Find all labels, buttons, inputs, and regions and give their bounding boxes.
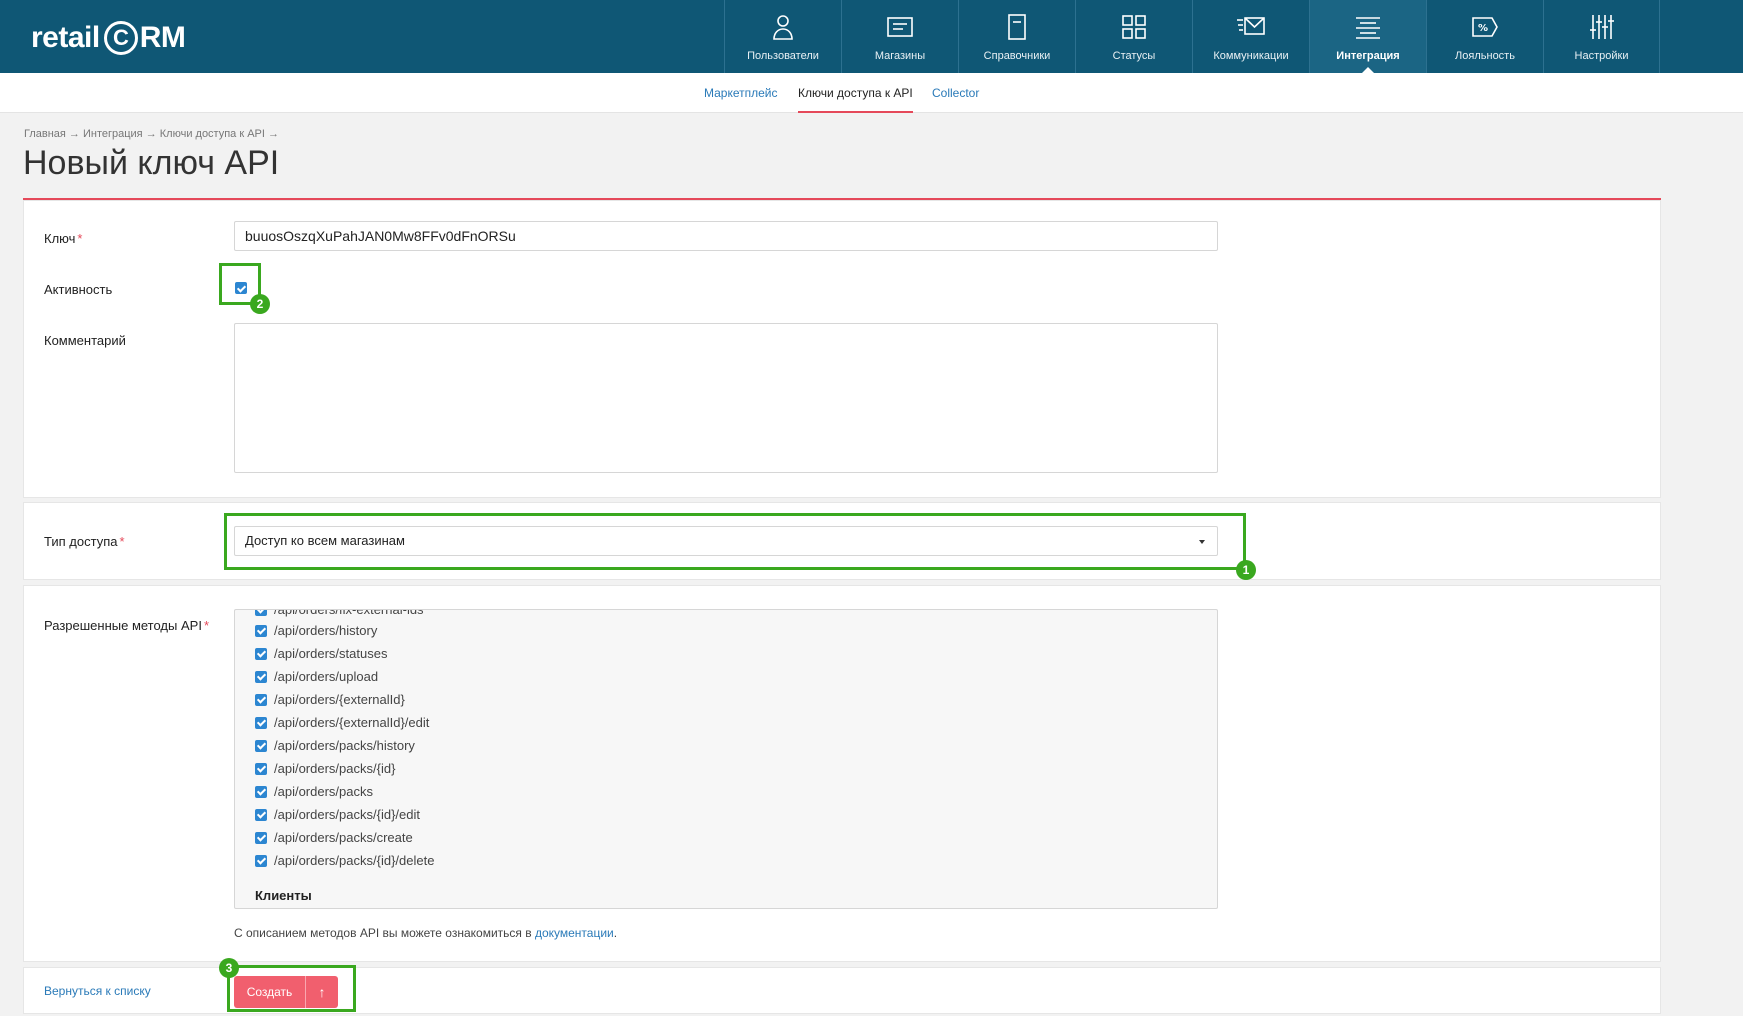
svg-text:%: % — [1478, 23, 1488, 34]
nav-item-users[interactable]: Пользователи — [724, 0, 841, 73]
nav-label: Магазины — [874, 50, 926, 62]
method-checkbox[interactable] — [255, 693, 267, 706]
arrow-up-icon[interactable]: ↑ — [306, 976, 338, 1008]
nav-label: Справочники — [983, 50, 1051, 62]
method-item[interactable]: /api/orders/packs/{id} — [255, 761, 395, 776]
api-methods-panel: Разрешенные методы API * /api/orders/fix-… — [23, 585, 1661, 962]
method-item[interactable]: /api/orders/{externalId}/edit — [255, 715, 429, 730]
form-actions-panel: Вернуться к списку Создать ↑ — [23, 967, 1661, 1014]
method-checkbox[interactable] — [255, 785, 267, 798]
tab-api-keys[interactable]: Ключи доступа к API — [798, 86, 913, 113]
nav-item-stores[interactable]: Магазины — [841, 0, 958, 73]
method-checkbox[interactable] — [255, 670, 267, 683]
method-item[interactable]: /api/orders/{externalId} — [255, 692, 405, 707]
nav-label: Пользователи — [747, 50, 819, 62]
main-nav: Пользователи Магазины Справочники Статус… — [724, 0, 1660, 73]
nav-label: Статусы — [1112, 50, 1156, 62]
nav-item-integration[interactable]: Интеграция — [1309, 0, 1426, 73]
tab-collector[interactable]: Collector — [932, 86, 979, 100]
methods-hint: С описанием методов API вы можете ознако… — [234, 926, 618, 940]
method-item[interactable]: /api/orders/upload — [255, 669, 378, 684]
logo-crm-rest: RM — [139, 21, 186, 54]
method-item[interactable]: /api/orders/packs/{id}/delete — [255, 853, 434, 868]
book-icon — [1008, 14, 1026, 40]
sub-nav: Маркетплейс Ключи доступа к API Collecto… — [0, 73, 1743, 113]
documentation-link[interactable]: документации — [535, 926, 614, 940]
method-checkbox[interactable] — [255, 716, 267, 729]
tab-marketplace[interactable]: Маркетплейс — [704, 86, 778, 100]
percent-tag-icon: % — [1472, 17, 1498, 37]
page-title: Новый ключ API — [23, 144, 280, 182]
access-type-panel: Тип доступа * Доступ ко всем магазинам — [23, 502, 1661, 580]
access-type-select[interactable]: Доступ ко всем магазинам — [234, 526, 1218, 556]
annotation-badge-1: 1 — [1236, 560, 1256, 580]
access-type-label: Тип доступа * — [44, 534, 125, 549]
method-checkbox[interactable] — [255, 831, 267, 844]
nav-label: Настройки — [1574, 50, 1629, 62]
nav-label: Коммуникации — [1213, 50, 1289, 62]
key-label: Ключ * — [44, 231, 83, 246]
integration-icon — [1356, 17, 1380, 39]
method-checkbox[interactable] — [255, 624, 267, 637]
annotation-badge-2: 2 — [250, 294, 270, 314]
methods-group-title: Клиенты — [255, 888, 312, 903]
mail-icon — [1237, 17, 1265, 35]
method-item[interactable]: /api/orders/history — [255, 623, 377, 638]
methods-list[interactable]: /api/orders/fix-external-ids /api/orders… — [234, 609, 1218, 909]
methods-label: Разрешенные методы API * — [44, 618, 209, 633]
method-checkbox[interactable] — [255, 647, 267, 660]
nav-label: Интеграция — [1336, 50, 1400, 62]
method-checkbox[interactable] — [255, 762, 267, 775]
logo-crm: C RM — [103, 21, 186, 55]
breadcrumb[interactable]: Главная → Интеграция → Ключи доступа к A… — [24, 128, 279, 140]
create-button[interactable]: Создать ↑ — [234, 976, 338, 1008]
comment-label: Комментарий — [44, 333, 126, 348]
retailcrm-logo[interactable]: retail C RM — [31, 20, 186, 56]
status-grid-icon — [1122, 15, 1146, 39]
logo-text: retail — [31, 21, 100, 54]
method-item[interactable]: /api/orders/packs/create — [255, 830, 413, 845]
annotation-badge-3: 3 — [219, 958, 239, 978]
method-item[interactable]: /api/orders/fix-external-ids — [255, 610, 424, 617]
logo-crm-c: C — [103, 21, 138, 55]
method-item[interactable]: /api/orders/statuses — [255, 646, 387, 661]
method-checkbox[interactable] — [255, 808, 267, 821]
method-item[interactable]: /api/orders/packs/{id}/edit — [255, 807, 420, 822]
chevron-down-icon — [1199, 540, 1205, 544]
method-checkbox[interactable] — [255, 610, 267, 616]
nav-item-references[interactable]: Справочники — [958, 0, 1075, 73]
method-checkbox[interactable] — [255, 854, 267, 867]
back-to-list-link[interactable]: Вернуться к списку — [44, 984, 151, 998]
store-icon — [887, 17, 913, 37]
key-settings-panel: Ключ* Активность Комментарий — [23, 200, 1661, 498]
nav-item-statuses[interactable]: Статусы — [1075, 0, 1192, 73]
method-checkbox[interactable] — [255, 739, 267, 752]
nav-item-settings[interactable]: Настройки — [1543, 0, 1660, 73]
method-item[interactable]: /api/orders/packs — [255, 784, 373, 799]
active-checkbox[interactable] — [235, 282, 247, 294]
nav-label: Лояльность — [1455, 50, 1515, 62]
nav-item-communications[interactable]: Коммуникации — [1192, 0, 1309, 73]
method-item[interactable]: /api/orders/packs/history — [255, 738, 415, 753]
user-icon — [773, 15, 793, 40]
active-label: Активность — [44, 282, 113, 297]
sliders-icon — [1589, 15, 1614, 39]
comment-textarea[interactable] — [234, 323, 1218, 473]
nav-item-loyalty[interactable]: % Лояльность — [1426, 0, 1543, 73]
key-input[interactable] — [234, 221, 1218, 251]
create-button-label: Создать — [234, 976, 306, 1008]
top-header: retail C RM Пользователи Магазины Справо… — [0, 0, 1743, 73]
access-type-value: Доступ ко всем магазинам — [245, 533, 405, 548]
